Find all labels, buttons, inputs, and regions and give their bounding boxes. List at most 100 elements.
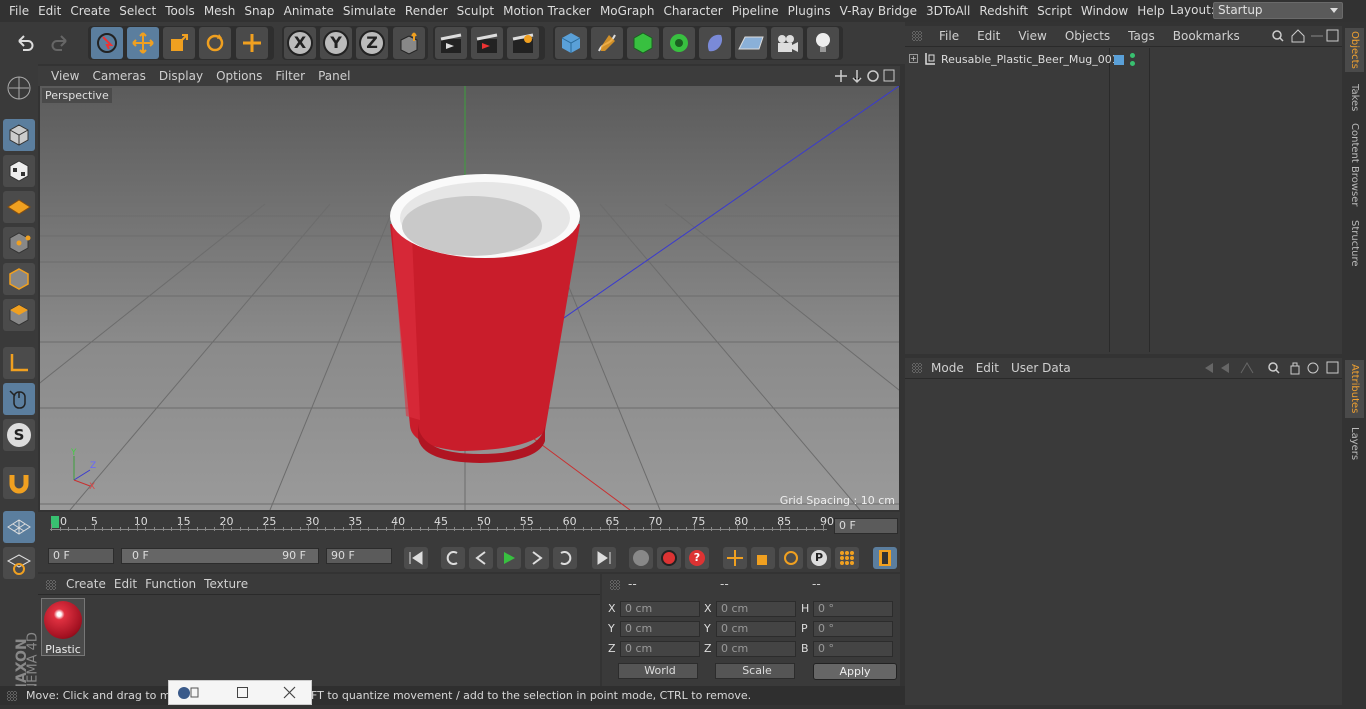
attrmenu-user-data[interactable]: User Data <box>1011 361 1071 377</box>
material-swatch-plastic[interactable]: Plastic <box>41 598 85 656</box>
objmenu-tags[interactable]: Tags <box>1128 29 1155 45</box>
z-axis-button[interactable]: Z <box>356 27 388 59</box>
key-rotation-button[interactable] <box>779 547 803 569</box>
coord-field[interactable]: 0 ° <box>813 621 893 637</box>
objmenu-file[interactable]: File <box>939 29 959 45</box>
objmenu-view[interactable]: View <box>1018 29 1046 45</box>
coord-field[interactable]: 0 ° <box>813 601 893 617</box>
end-frame-field[interactable]: 90 F <box>326 548 392 564</box>
cloner-button[interactable] <box>663 27 695 59</box>
workplane-mode-button[interactable] <box>3 191 35 223</box>
coord-system-select[interactable]: World <box>618 663 698 679</box>
visibility-render-icon[interactable] <box>1130 61 1135 66</box>
viewport-menu-display[interactable]: Display <box>146 69 203 83</box>
current-frame-field[interactable]: 0 F <box>834 518 898 534</box>
menu-file[interactable]: File <box>0 4 29 18</box>
menu-sculpt[interactable]: Sculpt <box>448 4 494 18</box>
timeline[interactable]: 0 5 10 15 20 25 30 35 40 45 50 55 60 65 70 75 80 85 90 0 F <box>38 512 900 544</box>
object-row[interactable]: + Reusable_Plastic_Beer_Mug_001 <box>909 51 1119 69</box>
render-settings-button[interactable] <box>507 27 539 59</box>
timeline-button[interactable] <box>873 547 897 569</box>
attrmenu-mode[interactable]: Mode <box>931 361 964 377</box>
edges-mode-button[interactable] <box>3 263 35 295</box>
start-frame-field[interactable]: 0 F <box>48 548 114 564</box>
render-view-button[interactable] <box>435 27 467 59</box>
frame-range-slider[interactable]: 0 F 90 F <box>121 548 319 564</box>
menu-select[interactable]: Select <box>110 4 156 18</box>
viewport-menu-view[interactable]: View <box>38 69 79 83</box>
pen-tool-button[interactable] <box>591 27 623 59</box>
texture-mode-button[interactable] <box>3 155 35 187</box>
coord-field[interactable]: 0 cm <box>716 601 796 617</box>
menu-script[interactable]: Script <box>1028 4 1072 18</box>
prev-frame-button[interactable] <box>469 547 493 569</box>
points-mode-button[interactable] <box>3 227 35 259</box>
menu-mesh[interactable]: Mesh <box>195 4 236 18</box>
play-button[interactable] <box>497 547 521 569</box>
matmenu-create[interactable]: Create <box>66 577 106 593</box>
side-tab-attributes[interactable]: Attributes <box>1345 360 1364 418</box>
workplane-lock-button[interactable] <box>3 511 35 543</box>
next-frame-button[interactable] <box>525 547 549 569</box>
expand-icon[interactable]: + <box>909 54 918 63</box>
redo-button[interactable] <box>45 27 77 59</box>
undo-button[interactable] <box>8 27 40 59</box>
coord-field[interactable]: 0 cm <box>620 621 700 637</box>
menu-mograph[interactable]: MoGraph <box>591 4 655 18</box>
matmenu-edit[interactable]: Edit <box>114 577 137 593</box>
transform-tool-button[interactable] <box>236 27 268 59</box>
record-keys-button[interactable] <box>629 547 653 569</box>
coord-field[interactable]: 0 cm <box>716 641 796 657</box>
tweak-mode-button[interactable] <box>3 383 35 415</box>
side-tab-objects[interactable]: Objects <box>1345 28 1364 72</box>
objmenu-bookmarks[interactable]: Bookmarks <box>1173 29 1240 45</box>
scale-tool-button[interactable] <box>163 27 195 59</box>
coordinate-system-button[interactable] <box>393 27 425 59</box>
menu-render[interactable]: Render <box>396 4 448 18</box>
close-icon[interactable] <box>283 686 296 699</box>
key-pla-button[interactable] <box>835 547 859 569</box>
matmenu-function[interactable]: Function <box>145 577 196 593</box>
viewport-menu-panel[interactable]: Panel <box>305 69 350 83</box>
apply-button[interactable]: Apply <box>813 663 897 680</box>
objmenu-edit[interactable]: Edit <box>977 29 1000 45</box>
make-editable-button[interactable] <box>3 72 35 104</box>
menu-pipeline[interactable]: Pipeline <box>723 4 779 18</box>
coord-mode-select[interactable]: Scale <box>715 663 795 679</box>
menu-redshift[interactable]: Redshift <box>970 4 1028 18</box>
viewport-3d[interactable]: Perspective Grid Spacing : 10 cm Y Z X <box>40 86 899 510</box>
prev-key-button[interactable] <box>441 547 465 569</box>
coord-field[interactable]: 0 cm <box>620 601 700 617</box>
layout-select[interactable]: Startup <box>1213 2 1343 19</box>
cube-button[interactable] <box>555 27 587 59</box>
side-tab-structure[interactable]: Structure <box>1345 216 1364 270</box>
axis-mode-button[interactable] <box>3 347 35 379</box>
menu-window[interactable]: Window <box>1072 4 1128 18</box>
matmenu-texture[interactable]: Texture <box>204 577 248 593</box>
camera-button[interactable] <box>771 27 803 59</box>
key-scale-button[interactable] <box>751 547 775 569</box>
solo-button[interactable]: S <box>3 419 35 451</box>
light-button[interactable] <box>807 27 839 59</box>
menu-tools[interactable]: Tools <box>156 4 195 18</box>
snap-button[interactable] <box>3 467 35 499</box>
live-selection-button[interactable] <box>91 27 123 59</box>
maximize-icon[interactable] <box>237 687 248 698</box>
model-mode-button[interactable] <box>3 119 35 151</box>
visibility-editor-icon[interactable] <box>1130 53 1135 58</box>
menu-edit[interactable]: Edit <box>29 4 61 18</box>
menu-simulate[interactable]: Simulate <box>334 4 396 18</box>
menu-3dtoall[interactable]: 3DToAll <box>917 4 970 18</box>
key-param-button[interactable]: P <box>807 547 831 569</box>
workplane-align-button[interactable] <box>3 547 35 579</box>
x-axis-button[interactable]: X <box>284 27 316 59</box>
objmenu-objects[interactable]: Objects <box>1065 29 1110 45</box>
coord-field[interactable]: 0 cm <box>716 621 796 637</box>
render-picture-viewer-button[interactable] <box>471 27 503 59</box>
side-tab-layers[interactable]: Layers <box>1345 424 1364 464</box>
menu-v-ray-bridge[interactable]: V-Ray Bridge <box>831 4 917 18</box>
y-axis-button[interactable]: Y <box>320 27 352 59</box>
floor-button[interactable] <box>735 27 767 59</box>
goto-end-button[interactable] <box>592 547 616 569</box>
floating-window-bar[interactable] <box>168 680 312 705</box>
